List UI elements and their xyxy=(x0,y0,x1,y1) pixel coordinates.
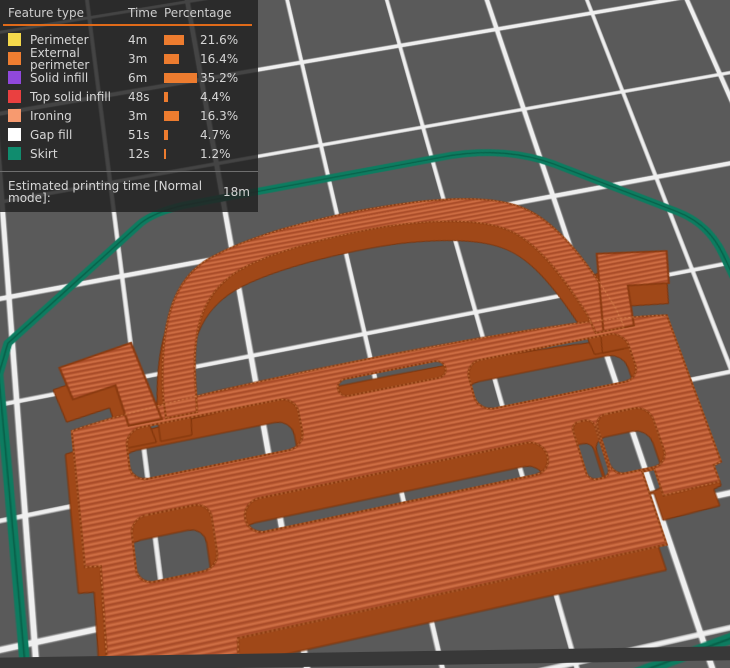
column-feature-type: Feature type xyxy=(8,7,128,19)
feature-percentage-value: 4.7% xyxy=(200,129,250,141)
feature-percentage-bar xyxy=(164,149,166,159)
feature-percentage-bar xyxy=(164,54,179,64)
column-time: Time xyxy=(128,7,164,19)
feature-percentage-barbox xyxy=(164,73,200,83)
feature-time: 12s xyxy=(128,148,164,160)
feature-percentage-value: 35.2% xyxy=(200,72,250,84)
feature-label: Perimeter xyxy=(30,34,128,46)
feature-color-swatch xyxy=(8,33,21,46)
feature-percentage-value: 21.6% xyxy=(200,34,250,46)
feature-percentage-bar xyxy=(164,73,197,83)
feature-percentage-bar xyxy=(164,92,168,102)
model-car-front xyxy=(42,161,730,668)
feature-color-swatch xyxy=(8,147,21,160)
legend-accent-rule xyxy=(3,24,252,26)
feature-percentage-value: 4.4% xyxy=(200,91,250,103)
feature-percentage-value: 16.3% xyxy=(200,110,250,122)
feature-percentage-bar xyxy=(164,130,168,140)
estimated-time-label: Estimated printing time [Normal mode]: xyxy=(8,180,214,204)
feature-color-swatch xyxy=(8,52,21,65)
feature-percentage-bar xyxy=(164,35,184,45)
feature-label: Gap fill xyxy=(30,129,128,141)
feature-label: Solid infill xyxy=(30,72,128,84)
legend-header: Feature type Time Percentage xyxy=(0,0,258,24)
legend-row-skirt: Skirt 12s 1.2% xyxy=(0,144,258,163)
feature-label: Ironing xyxy=(30,110,128,122)
feature-color-swatch xyxy=(8,109,21,122)
feature-percentage-barbox xyxy=(164,149,200,159)
feature-label: External perimeter xyxy=(30,47,128,71)
legend-rows: Perimeter 4m 21.6% External perimeter 3m 16.4… xyxy=(0,30,258,163)
feature-time: 48s xyxy=(128,91,164,103)
feature-time: 3m xyxy=(128,53,164,65)
slicer-preview-screen: { "legend": { "columns": { "feature": "F… xyxy=(0,0,730,668)
legend-row-external-perimeter: External perimeter 3m 16.4% xyxy=(0,49,258,68)
estimated-time-value: 18m xyxy=(223,186,250,198)
feature-time: 6m xyxy=(128,72,164,84)
feature-percentage-value: 16.4% xyxy=(200,53,250,65)
feature-percentage-barbox xyxy=(164,130,200,140)
feature-percentage-barbox xyxy=(164,92,200,102)
legend-row-ironing: Ironing 3m 16.3% xyxy=(0,106,258,125)
feature-percentage-barbox xyxy=(164,54,200,64)
feature-color-swatch xyxy=(8,90,21,103)
feature-percentage-barbox xyxy=(164,111,200,121)
column-percentage: Percentage xyxy=(164,7,250,19)
feature-percentage-barbox xyxy=(164,35,200,45)
legend-row-gap-fill: Gap fill 51s 4.7% xyxy=(0,125,258,144)
feature-time: 3m xyxy=(128,110,164,122)
feature-legend-panel: Feature type Time Percentage Perimeter 4m… xyxy=(0,0,258,212)
feature-color-swatch xyxy=(8,128,21,141)
feature-percentage-value: 1.2% xyxy=(200,148,250,160)
feature-color-swatch xyxy=(8,71,21,84)
feature-percentage-bar xyxy=(164,111,179,121)
legend-row-solid-infill: Solid infill 6m 35.2% xyxy=(0,68,258,87)
feature-label: Top solid infill xyxy=(30,91,128,103)
legend-row-top-solid-infill: Top solid infill 48s 4.4% xyxy=(0,87,258,106)
feature-label: Skirt xyxy=(30,148,128,160)
estimated-time-row: Estimated printing time [Normal mode]: 1… xyxy=(0,172,258,212)
feature-time: 51s xyxy=(128,129,164,141)
feature-time: 4m xyxy=(128,34,164,46)
